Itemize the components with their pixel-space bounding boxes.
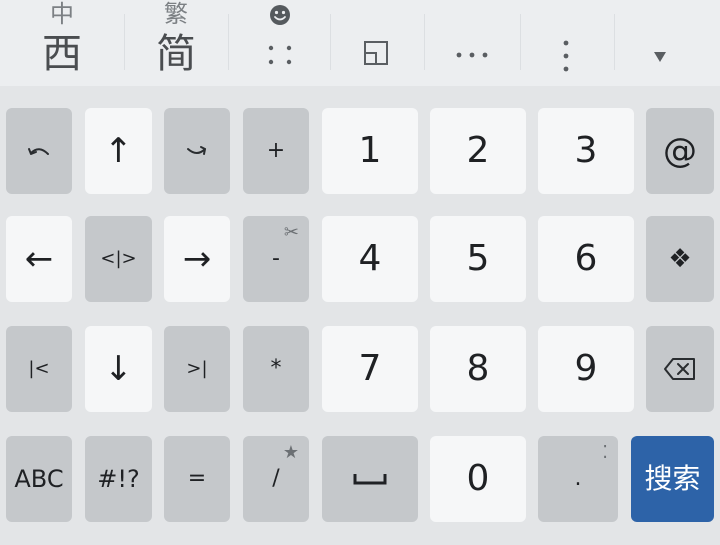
asterisk-key[interactable]: * xyxy=(243,326,309,412)
space-key[interactable] xyxy=(322,436,418,522)
dot-key[interactable]: ⁚ . xyxy=(538,436,618,522)
minus-label: - xyxy=(272,246,280,271)
digit-4-key[interactable]: 4 xyxy=(322,216,418,302)
undo-key[interactable] xyxy=(6,108,72,194)
digit-9-label: 9 xyxy=(574,348,598,389)
line-start-key[interactable]: |< xyxy=(6,326,72,412)
star-icon: ★ xyxy=(282,442,299,463)
emoji-button[interactable] xyxy=(256,0,304,84)
digit-6-key[interactable]: 6 xyxy=(538,216,634,302)
line-end-label: >| xyxy=(186,358,208,379)
digit-4-label: 4 xyxy=(358,238,382,279)
digit-6-label: 6 xyxy=(574,238,598,279)
more-horizontal-button[interactable] xyxy=(446,36,498,76)
zh-big-label: 西 xyxy=(42,31,82,77)
abc-label: ABC xyxy=(14,465,64,493)
symbols-key[interactable]: #!? xyxy=(85,436,152,522)
chinese-english-toggle[interactable]: 中 西 xyxy=(38,0,86,84)
digit-7-label: 7 xyxy=(358,348,382,389)
backspace-key[interactable] xyxy=(646,326,714,412)
digit-2-label: 2 xyxy=(466,130,490,171)
digit-1-label: 1 xyxy=(358,130,382,171)
plus-label: + xyxy=(266,138,286,163)
cursor-down-key[interactable]: ↓ xyxy=(85,326,152,412)
trad-big-label: 简 xyxy=(156,31,196,77)
zh-small-label: 中 xyxy=(50,0,74,28)
arrow-left-icon: ← xyxy=(24,239,54,279)
keyboard: 中 西 繁 简 ↑ + 1 2 3 @ ← <|> → ✂ - 4 5 6 ❖ … xyxy=(0,0,720,545)
slash-key[interactable]: ★ / xyxy=(243,436,309,522)
search-key[interactable]: 搜索 xyxy=(631,436,714,522)
digit-9-key[interactable]: 9 xyxy=(538,326,634,412)
floating-window-button[interactable] xyxy=(352,40,400,80)
digit-5-key[interactable]: 5 xyxy=(430,216,526,302)
floating-window-icon xyxy=(364,41,388,65)
slash-label: / xyxy=(272,466,280,491)
smiley-face-icon xyxy=(270,5,290,25)
digit-8-label: 8 xyxy=(466,348,490,389)
arrow-down-icon: ↓ xyxy=(104,349,133,389)
cursor-right-key[interactable]: → xyxy=(164,216,230,302)
asterisk-label: * xyxy=(270,356,282,381)
chevron-down-icon xyxy=(654,52,666,62)
more-vertical-icon xyxy=(563,40,569,72)
equals-key[interactable]: = xyxy=(164,436,230,522)
collapse-keyboard-button[interactable] xyxy=(640,40,680,76)
scissors-icon: ✂ xyxy=(283,222,299,243)
digit-2-key[interactable]: 2 xyxy=(430,108,526,194)
select-key[interactable]: <|> xyxy=(85,216,152,302)
backspace-icon xyxy=(664,358,695,380)
equals-label: = xyxy=(187,466,207,491)
digit-0-key[interactable]: 0 xyxy=(430,436,526,522)
digit-1-key[interactable]: 1 xyxy=(322,108,418,194)
redo-icon xyxy=(187,146,206,155)
minus-key[interactable]: ✂ - xyxy=(243,216,309,302)
digit-0-label: 0 xyxy=(466,458,490,499)
dots-grid-icon xyxy=(268,45,292,65)
undo-icon xyxy=(28,148,49,155)
digit-3-label: 3 xyxy=(574,130,598,171)
search-label: 搜索 xyxy=(644,462,701,495)
redo-key[interactable] xyxy=(164,108,230,194)
abc-key[interactable]: ABC xyxy=(6,436,72,522)
keyboard-toolbar: 中 西 繁 简 xyxy=(0,0,720,86)
at-label: @ xyxy=(663,131,697,171)
arrow-up-icon: ↑ xyxy=(104,131,133,171)
digit-7-key[interactable]: 7 xyxy=(322,326,418,412)
dot-label: . xyxy=(574,466,582,491)
digit-5-label: 5 xyxy=(466,238,490,279)
digit-8-key[interactable]: 8 xyxy=(430,326,526,412)
digit-3-key[interactable]: 3 xyxy=(538,108,634,194)
arrow-right-icon: → xyxy=(182,239,212,279)
more-vertical-button[interactable] xyxy=(546,38,586,78)
line-start-label: |< xyxy=(28,358,50,379)
line-end-key[interactable]: >| xyxy=(164,326,230,412)
trad-small-label: 繁 xyxy=(164,0,188,28)
colon-hint-label: ⁚ xyxy=(602,442,608,463)
select-label: <|> xyxy=(100,248,137,269)
move-cursor-key[interactable]: ❖ xyxy=(646,216,714,302)
at-key[interactable]: @ xyxy=(646,108,714,194)
four-diamond-icon: ❖ xyxy=(668,244,692,274)
more-horizontal-icon xyxy=(456,52,488,58)
cursor-left-key[interactable]: ← xyxy=(6,216,72,302)
cursor-up-key[interactable]: ↑ xyxy=(85,108,152,194)
traditional-simplified-toggle[interactable]: 繁 简 xyxy=(152,0,200,84)
plus-key[interactable]: + xyxy=(243,108,309,194)
symbols-label: #!? xyxy=(97,465,140,493)
space-icon xyxy=(353,474,387,485)
